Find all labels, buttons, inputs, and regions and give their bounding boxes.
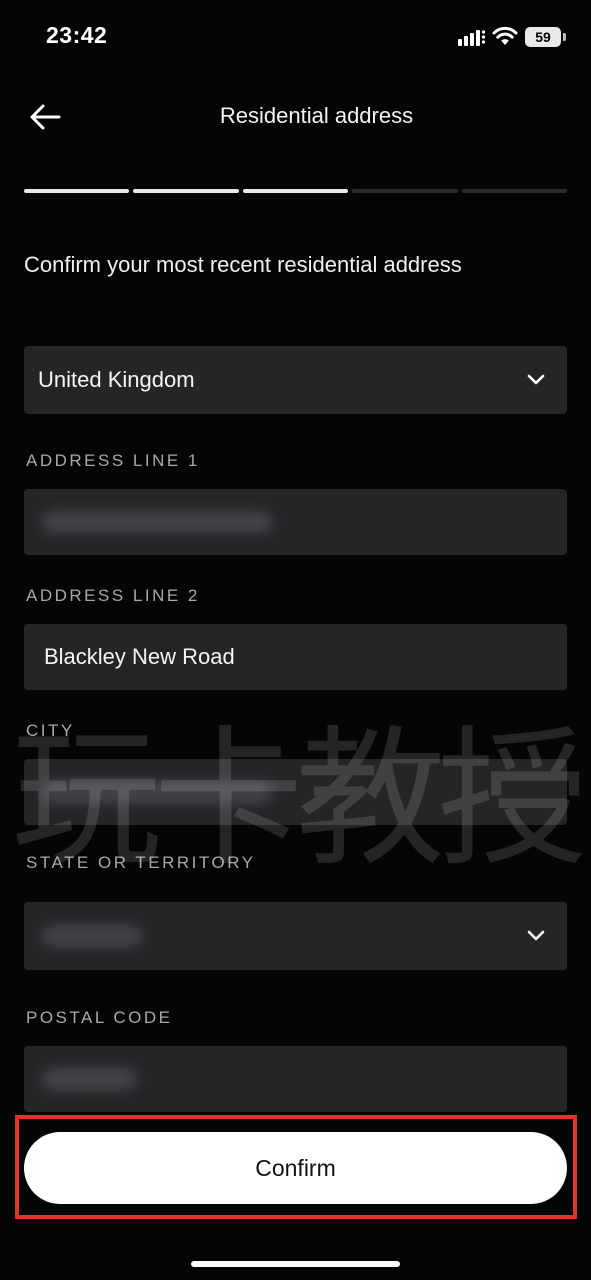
country-select[interactable]: United Kingdom [24,346,567,414]
redacted-value [42,511,272,533]
redacted-value [42,1068,137,1090]
postal-code-label: POSTAL CODE [26,1008,173,1027]
country-value: United Kingdom [38,367,195,392]
redacted-value [42,925,142,947]
postal-code-input[interactable] [24,1046,567,1112]
address-line-2-label: ADDRESS LINE 2 [26,586,200,605]
battery-icon: 59 [525,27,561,47]
progress-step [133,189,239,193]
confirm-button[interactable]: Confirm [24,1132,567,1204]
progress-step [242,189,349,193]
address-line-1-input[interactable] [24,489,567,555]
wifi-icon [492,26,518,45]
chevron-down-icon [527,374,545,385]
address-line-1-label: ADDRESS LINE 1 [26,451,200,470]
status-bar: 23:42 59 [0,0,591,75]
progress-step [461,189,568,193]
state-select[interactable] [24,902,567,970]
step-progress-bar [24,189,568,193]
progress-step [24,189,130,193]
home-indicator [191,1261,400,1267]
page-title: Residential address [219,103,414,128]
watermark: 玩卡教授 [11,713,587,887]
progress-step [352,189,458,193]
status-time: 23:42 [46,22,108,48]
chevron-down-icon [527,930,545,941]
page-prompt: Confirm your most recent residential add… [24,252,462,277]
address-line-2-value: Blackley New Road [44,644,235,669]
battery-nub [563,33,566,41]
cellular-signal-icon [458,30,486,46]
